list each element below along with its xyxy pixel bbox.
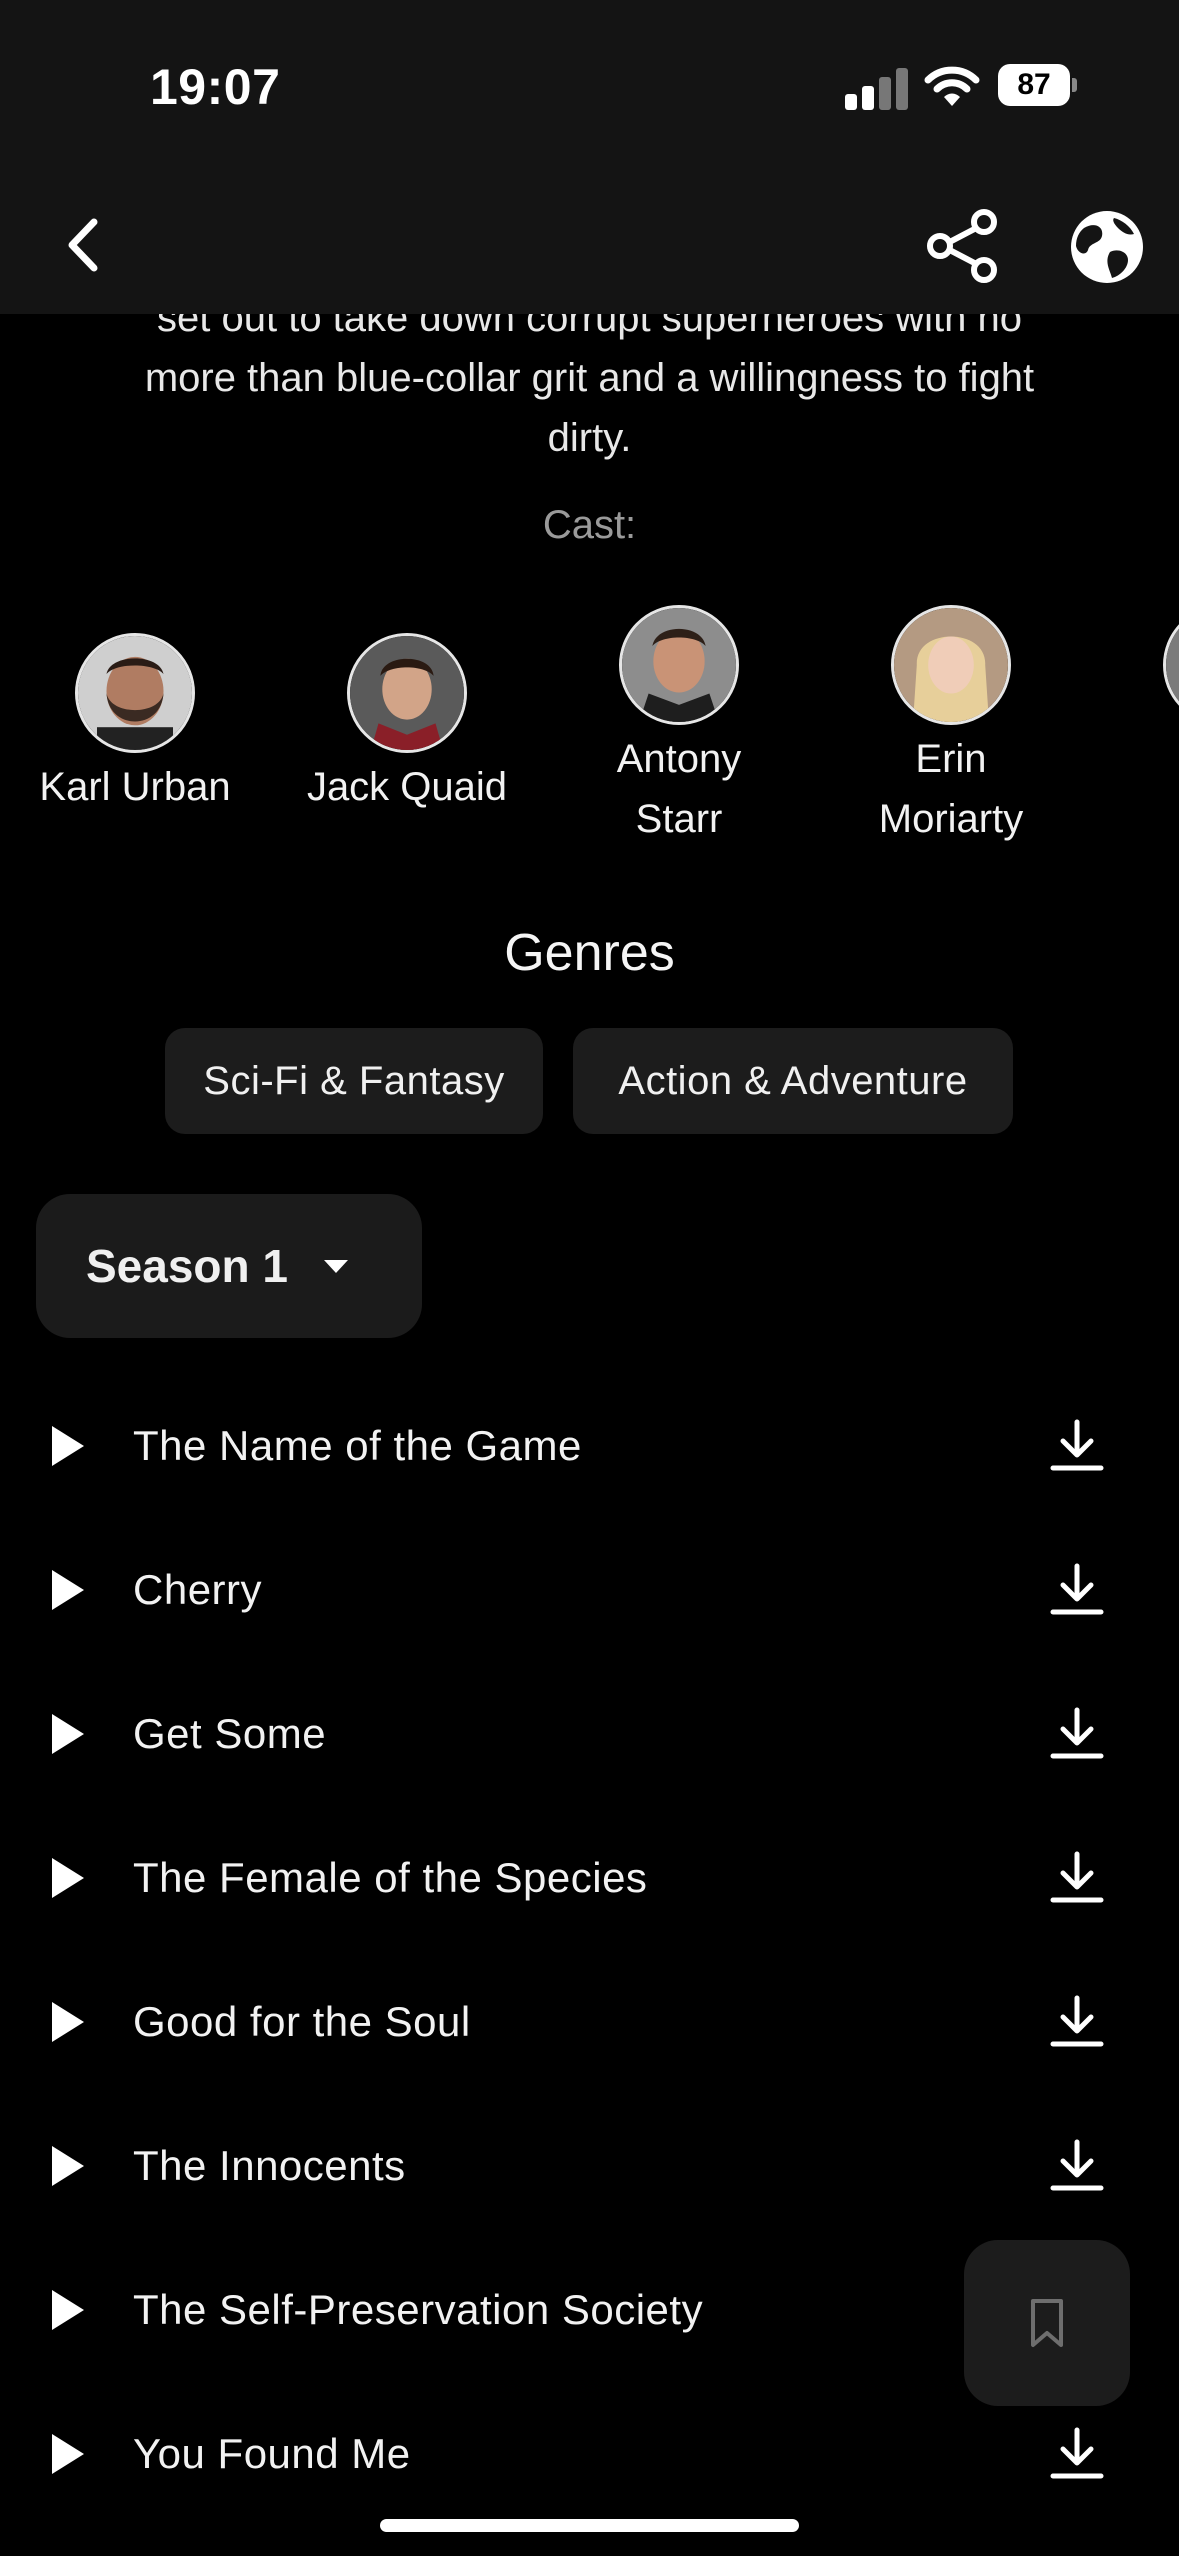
cast-carousel[interactable]: Karl Urban Jack Quaid Antony Starr Erin …: [0, 605, 1179, 875]
episode-title: Cherry: [133, 1566, 263, 1613]
cellular-signal-icon: [845, 66, 908, 110]
season-dropdown[interactable]: Season 1: [36, 1194, 422, 1338]
episode-row[interactable]: Good for the Soul: [0, 1950, 1179, 2094]
play-icon[interactable]: [52, 1714, 84, 1754]
download-icon[interactable]: [1049, 1706, 1105, 1762]
cast-member[interactable]: Karl Urban: [15, 633, 255, 817]
bookmark-button[interactable]: [964, 2240, 1130, 2406]
caret-down-icon: [324, 1259, 348, 1273]
cast-name: Moriarty: [878, 797, 1024, 841]
wifi-icon: [924, 64, 980, 108]
episode-row[interactable]: Get Some: [0, 1662, 1179, 1806]
cast-name: Jack Quaid: [306, 765, 508, 809]
cast-member[interactable]: Erin Moriarty: [831, 605, 1071, 849]
episode-title: The Female of the Species: [133, 1854, 648, 1901]
cast-name: Erin: [915, 737, 987, 781]
globe-icon: [1071, 211, 1143, 283]
genres-title: Genres: [504, 924, 675, 982]
avatar: [75, 633, 195, 753]
status-bar: 19:07 87: [0, 0, 1179, 160]
download-icon[interactable]: [1049, 2426, 1105, 2482]
cast-label: Cast:: [542, 503, 637, 547]
cast-member[interactable]: Antony Starr: [559, 605, 799, 849]
avatar: [347, 633, 467, 753]
share-button[interactable]: [920, 208, 1006, 284]
episode-row[interactable]: The Female of the Species: [0, 1806, 1179, 1950]
avatar: [619, 605, 739, 725]
cast-member[interactable]: Je U: [1103, 605, 1179, 849]
episode-title: The Self-Preservation Society: [133, 2286, 704, 2333]
cast-name: Karl Urban: [39, 765, 231, 809]
cast-name: Je: [1103, 729, 1179, 789]
episode-title: You Found Me: [133, 2430, 411, 2477]
battery-icon: 87: [998, 64, 1077, 108]
download-icon[interactable]: [1049, 1994, 1105, 2050]
episode-row[interactable]: Cherry: [0, 1518, 1179, 1662]
globe-button[interactable]: [1064, 204, 1150, 290]
status-time: 19:07: [150, 59, 281, 115]
episode-row[interactable]: The Name of the Game: [0, 1374, 1179, 1518]
play-icon[interactable]: [52, 1858, 84, 1898]
cast-name: Antony: [616, 737, 742, 781]
cast-name: U: [1103, 789, 1179, 849]
description-line: more than blue-collar grit and a willing…: [144, 356, 1035, 400]
play-icon[interactable]: [52, 2434, 84, 2474]
bookmark-icon: [1031, 2299, 1063, 2347]
description-line: dirty.: [547, 416, 632, 460]
download-icon[interactable]: [1049, 1418, 1105, 1474]
play-icon[interactable]: [52, 1570, 84, 1610]
download-icon[interactable]: [1049, 2138, 1105, 2194]
download-icon[interactable]: [1049, 1562, 1105, 1618]
cast-name: Starr: [635, 797, 723, 841]
episode-title: The Name of the Game: [133, 1422, 582, 1469]
play-icon[interactable]: [52, 2146, 84, 2186]
episode-row[interactable]: The Innocents: [0, 2094, 1179, 2238]
play-icon[interactable]: [52, 2002, 84, 2042]
avatar: [891, 605, 1011, 725]
top-nav-bar: [0, 160, 1179, 314]
cast-member[interactable]: Jack Quaid: [287, 633, 527, 817]
season-label: Season 1: [86, 1240, 288, 1292]
chevron-left-icon: [68, 218, 98, 272]
episode-title: Get Some: [133, 1710, 327, 1757]
genre-chip[interactable]: Action & Adventure: [573, 1028, 1013, 1134]
episode-title: Good for the Soul: [133, 1998, 471, 2045]
genre-chip[interactable]: Sci-Fi & Fantasy: [165, 1028, 543, 1134]
play-icon[interactable]: [52, 2290, 84, 2330]
play-icon[interactable]: [52, 1426, 84, 1466]
home-indicator[interactable]: [380, 2519, 799, 2532]
battery-level: 87: [998, 64, 1070, 106]
episode-title: The Innocents: [133, 2142, 406, 2189]
back-button[interactable]: [50, 210, 120, 280]
show-description: set out to take down corrupt superheroes…: [40, 288, 1139, 468]
download-icon[interactable]: [1049, 1850, 1105, 1906]
avatar: [1163, 605, 1179, 725]
share-icon: [927, 209, 997, 283]
